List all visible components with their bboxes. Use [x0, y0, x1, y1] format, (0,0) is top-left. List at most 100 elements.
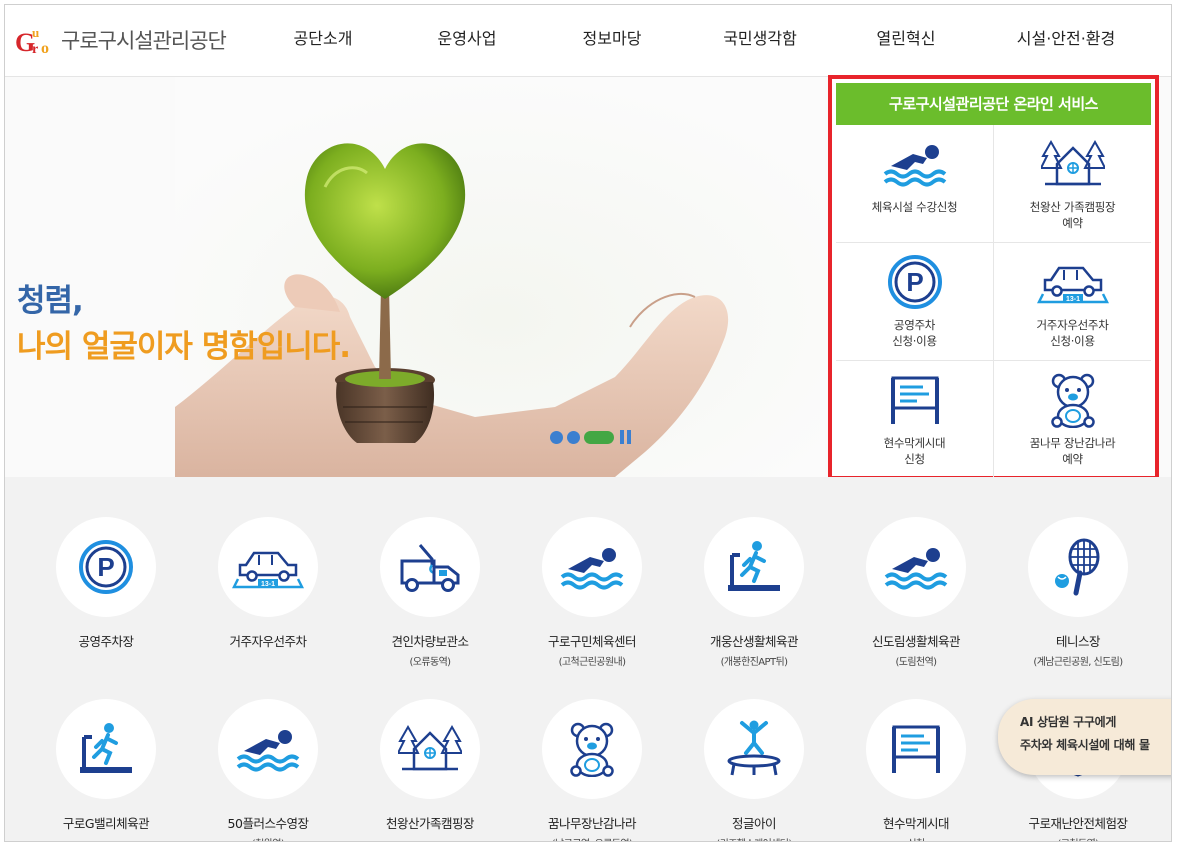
- parking-icon: P: [887, 254, 943, 310]
- online-service-icon-wrap: [883, 137, 947, 191]
- online-service-item[interactable]: 천왕산 가족캠핑장 예약: [994, 125, 1151, 243]
- facility-name: 구로구민체육센터: [547, 634, 637, 649]
- nav-info[interactable]: 정보마당: [537, 5, 687, 77]
- site-logo[interactable]: G u r o 구로구시설관리공단: [15, 23, 227, 57]
- tennis-icon: [1048, 537, 1108, 597]
- heart-tree-in-hands-image: [175, 77, 825, 477]
- online-service-label: 공영주차 신청·이용: [892, 318, 937, 348]
- swimmer-icon: [884, 543, 948, 591]
- facility-item[interactable]: 천왕산가족캠핑장: [349, 699, 511, 832]
- facility-item[interactable]: 현수막게시대신청: [835, 699, 997, 841]
- facility-item[interactable]: 구로구민체육센터 (고척근린공원내): [511, 517, 673, 668]
- nav-opinion[interactable]: 국민생각함: [687, 5, 833, 77]
- svg-text:P: P: [97, 552, 114, 582]
- facility-location: (도림천역): [895, 657, 937, 668]
- online-service-title: 구로구시설관리공단 온라인 서비스: [836, 83, 1151, 125]
- hero-title-line1: 청렴,: [17, 283, 84, 319]
- campsite-icon: [398, 725, 462, 773]
- online-service-label: 천왕산 가족캠핑장 예약: [1029, 200, 1116, 230]
- chat-line2: 주차와 체육시설에 대해 물: [1020, 738, 1150, 752]
- chat-line1: AI 상담원 구구에게: [1020, 715, 1117, 729]
- slider-controls: [550, 430, 632, 444]
- facility-icon-circle: [542, 699, 642, 799]
- slide-dot-2[interactable]: [567, 430, 580, 444]
- online-service-icon-wrap: 13-1: [1036, 255, 1109, 309]
- slide-dot-1[interactable]: [550, 430, 563, 444]
- nav-business[interactable]: 운영사업: [397, 5, 537, 77]
- facility-name: 거주자우선주차: [229, 634, 307, 649]
- facility-name: 현수막게시대: [882, 816, 950, 831]
- online-service-icon-wrap: [1040, 137, 1105, 191]
- teddy-bear-icon: [566, 721, 618, 777]
- facility-icon-circle: P: [56, 517, 156, 617]
- svg-text:P: P: [906, 267, 923, 297]
- swimmer-icon: [560, 543, 624, 591]
- facility-item[interactable]: 구로G밸리체육관: [25, 699, 187, 832]
- facility-icon-circle: [866, 699, 966, 799]
- facility-icon-circle: 13-1: [218, 517, 318, 617]
- banner-board-icon: [887, 374, 943, 426]
- treadmill-icon: [724, 539, 784, 595]
- facility-location: (오류동역): [409, 657, 451, 668]
- online-service-item[interactable]: 13-1 거주자우선주차 신청·이용: [994, 243, 1151, 361]
- facility-item[interactable]: 정글아이 (키즈헬스케어센터): [673, 699, 835, 841]
- svg-text:13-1: 13-1: [261, 581, 275, 588]
- online-service-item[interactable]: P 공영주차 신청·이용: [836, 243, 994, 361]
- facility-item[interactable]: P 공영주차장: [25, 517, 187, 650]
- hero-title-line2: 나의 얼굴이자 명함입니다.: [17, 329, 351, 365]
- browser-viewport: G u r o 구로구시설관리공단 공단소개 운영사업 정보마당 국민생각함 열…: [4, 4, 1172, 842]
- facility-location: (남구로역, 오류동역): [552, 835, 633, 841]
- online-service-icon-wrap: P: [883, 255, 947, 309]
- campsite-icon: [1040, 140, 1105, 188]
- banner-board-icon: [888, 723, 944, 775]
- slide-dot-active[interactable]: [584, 430, 614, 444]
- ai-chat-bubble[interactable]: AI 상담원 구구에게 주차와 체육시설에 대해 물: [998, 699, 1171, 775]
- facility-location: (계남근린공원, 신도림): [1033, 657, 1123, 668]
- facility-item[interactable]: 테니스장 (계남근린공원, 신도림): [997, 517, 1159, 668]
- facility-item[interactable]: 개웅산생활체육관 (개봉한진APT뒤): [673, 517, 835, 668]
- facility-name: 테니스장: [1055, 634, 1101, 649]
- online-service-icon-wrap: [1041, 372, 1105, 428]
- facility-name: 정글아이: [731, 816, 777, 831]
- nav-about[interactable]: 공단소개: [249, 5, 397, 77]
- facility-item[interactable]: 꿈나무장난감나라 (남구로역, 오류동역): [511, 699, 673, 841]
- facility-icon-circle: [866, 517, 966, 617]
- site-header: G u r o 구로구시설관리공단 공단소개 운영사업 정보마당 국민생각함 열…: [5, 5, 1171, 77]
- facility-item[interactable]: 견인차량보관소 (오류동역): [349, 517, 511, 668]
- svg-text:r: r: [32, 42, 38, 57]
- facility-item[interactable]: 신도림생활체육관 (도림천역): [835, 517, 997, 668]
- facility-name: 견인차량보관소: [391, 634, 469, 649]
- facility-icon-circle: [542, 517, 642, 617]
- online-service-item[interactable]: 꿈나무 장난감나라 예약: [994, 361, 1151, 479]
- online-service-icon-wrap: [883, 373, 947, 427]
- online-service-label: 거주자우선주차 신청·이용: [1036, 318, 1109, 348]
- facility-icon-circle: [56, 699, 156, 799]
- facility-icon-circle: [218, 699, 318, 799]
- treadmill-icon: [76, 721, 136, 777]
- facility-location: (천왕역): [252, 835, 285, 841]
- facility-name: 50플러스수영장: [227, 816, 309, 831]
- online-service-label: 꿈나무 장난감나라 예약: [1029, 436, 1116, 466]
- facility-name: 구로G밸리체육관: [62, 816, 150, 831]
- nav-innovation[interactable]: 열린혁신: [833, 5, 979, 77]
- nav-facility-safety[interactable]: 시설·안전·환경: [979, 5, 1153, 77]
- resident-parking-icon: 13-1: [1036, 260, 1109, 304]
- facility-name: 꿈나무장난감나라: [547, 816, 637, 831]
- teddy-bear-icon: [1047, 372, 1099, 428]
- online-service-item[interactable]: 현수막게시대 신청: [836, 361, 994, 479]
- facility-icon-circle: [380, 699, 480, 799]
- facility-item[interactable]: 50플러스수영장 (천왕역): [187, 699, 349, 841]
- svg-text:u: u: [32, 25, 39, 40]
- resident-parking-icon: 13-1: [232, 545, 304, 589]
- online-service-label: 현수막게시대 신청: [883, 436, 946, 466]
- facility-icon-circle: [704, 517, 804, 617]
- facility-location: 신청: [907, 835, 925, 841]
- swimmer-icon: [236, 725, 300, 773]
- swimmer-icon: [883, 140, 947, 188]
- facility-location: (고척근린공원내): [558, 657, 626, 668]
- facility-name: 공영주차장: [78, 634, 134, 649]
- pause-icon[interactable]: [620, 430, 632, 444]
- facility-section: P 공영주차장 13-1 거주자우선주차 견인차량보관소 (오류동역) 구로구민체…: [5, 477, 1171, 841]
- facility-item[interactable]: 13-1 거주자우선주차: [187, 517, 349, 650]
- online-service-item[interactable]: 체육시설 수강신청: [836, 125, 994, 243]
